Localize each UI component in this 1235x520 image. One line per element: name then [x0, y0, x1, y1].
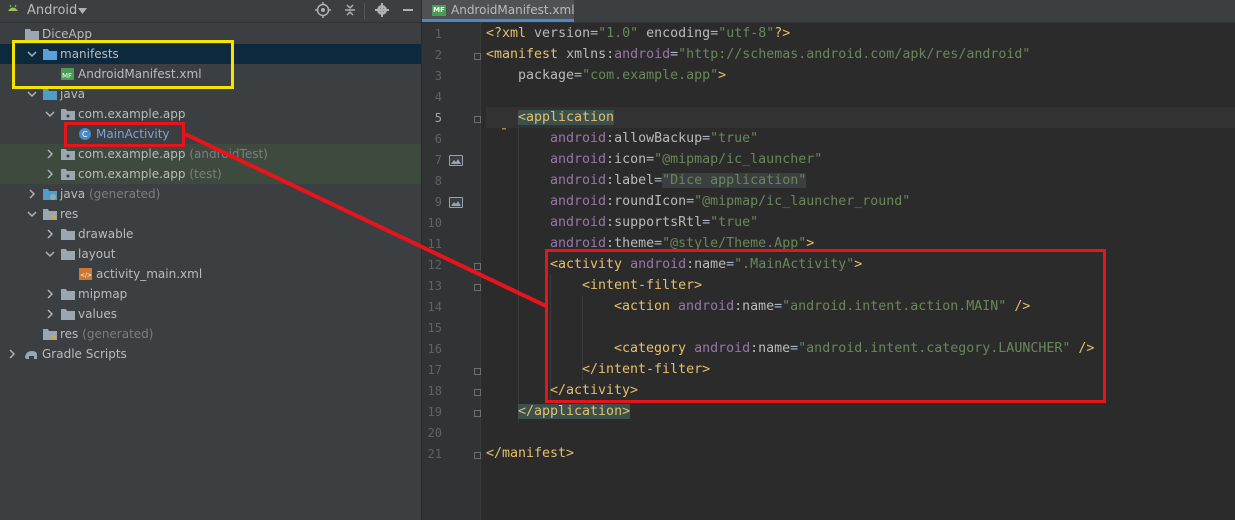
red-connector-line: [184, 132, 547, 308]
